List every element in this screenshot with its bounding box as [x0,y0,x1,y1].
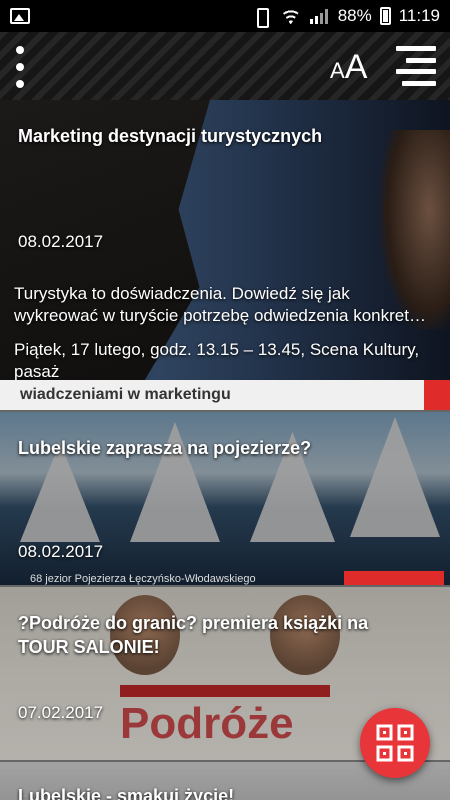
article-date: 08.02.2017 [18,232,104,251]
more-vert-icon[interactable] [14,46,26,88]
font-size-icon[interactable]: AA [330,50,367,88]
clock: 11:19 [398,6,440,25]
signal-icon [309,8,330,24]
menu-icon[interactable] [396,46,436,86]
battery-icon [379,7,391,25]
battery-percent: 88% [337,6,372,25]
app-toolbar: AA [0,32,450,100]
image-logo [344,571,444,585]
image-caption: 68 jezior Pojezierza Łęczyńsko-Włodawski… [30,573,256,585]
image-banner: wiadczeniami w marketingu [0,380,450,410]
article-card[interactable]: Lubelskie zaprasza na pojezierze? 08.02.… [0,412,450,587]
article-title: Lubelskie zaprasza na pojezierze? [18,438,312,458]
article-title: Lubelskie - smakuj życie! [18,786,235,800]
vibrate-icon [250,7,272,28]
article-feed: Marketing destynacji turystycznych 08.02… [0,100,450,800]
article-title: ?Podróże do granic? premiera książki na … [18,613,369,657]
qr-scan-button[interactable] [360,708,430,778]
gallery-icon [10,8,30,24]
article-date: 08.02.2017 [18,542,104,561]
qr-code-icon [376,724,414,762]
article-card[interactable]: Marketing destynacji turystycznych 08.02… [0,100,450,412]
status-bar: 88% 11:19 [0,0,450,32]
article-title: Marketing destynacji turystycznych [18,126,323,146]
article-date: 07.02.2017 [18,703,104,722]
wifi-icon [280,8,302,24]
